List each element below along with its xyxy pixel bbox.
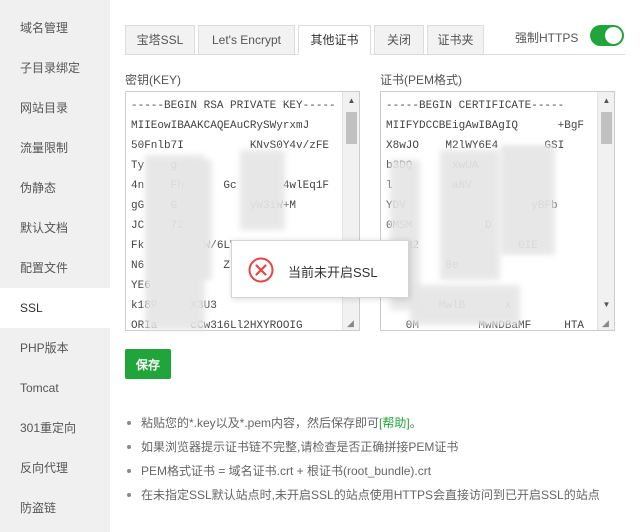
privacy-blur <box>440 150 500 280</box>
textarea-line: -----BEGIN RSA PRIVATE KEY----- <box>131 100 336 112</box>
scroll-up-icon[interactable]: ▲ <box>343 92 359 109</box>
key-label: 密钥(KEY) <box>125 73 182 87</box>
tab-baota-ssl[interactable]: 宝塔SSL <box>125 25 195 55</box>
sidebar-item-domain[interactable]: 域名管理 <box>0 8 110 48</box>
tab-other-cert[interactable]: 其他证书 <box>298 25 371 55</box>
tip-item: 粘贴您的*.key以及*.pem内容，然后保存即可[帮助]。 <box>125 411 635 435</box>
tips-list: 粘贴您的*.key以及*.pem内容，然后保存即可[帮助]。 如果浏览器提示证书… <box>125 411 635 507</box>
sidebar-item-redirect[interactable]: 301重定向 <box>0 408 110 448</box>
tip-text: 如果浏览器提示证书链不完整,请检查是否正确拼接PEM证书 <box>141 440 459 454</box>
tip-suffix: 。 <box>409 416 422 430</box>
tip-item: 在未指定SSL默认站点时,未开启SSL的站点使用HTTPS会直接访问到已开启SS… <box>125 483 635 507</box>
sidebar-item-hotlink[interactable]: 防盗链 <box>0 488 110 528</box>
textarea-line: MIIFYDCCBEigAwIBAgIQ +BgF <box>386 120 585 132</box>
sidebar: 域名管理 子目录绑定 网站目录 流量限制 伪静态 默认文档 配置文件 SSL P… <box>0 0 110 532</box>
tip-text: PEM格式证书 = 域名证书.crt + 根证书(root_bundle).cr… <box>141 464 432 478</box>
error-x-circle-icon <box>248 257 274 283</box>
privacy-blur <box>240 150 285 230</box>
force-https-label: 强制HTTPS <box>515 31 579 45</box>
resize-handle-icon[interactable]: ◢ <box>347 318 357 328</box>
tab-lets-encrypt[interactable]: Let's Encrypt <box>198 25 295 55</box>
tip-text: 粘贴您的*.key以及*.pem内容，然后保存即可 <box>141 416 380 430</box>
bullet-icon <box>127 421 131 425</box>
tab-close[interactable]: 关闭 <box>374 25 424 55</box>
textarea-line: MIIEowIBAAKCAQEAuCRySWyrxmJ <box>131 120 310 132</box>
help-link[interactable]: [帮助] <box>379 416 410 430</box>
sidebar-item-ssl[interactable]: SSL <box>0 288 110 328</box>
textarea-line: -----BEGIN CERTIFICATE----- <box>386 100 565 112</box>
privacy-blur <box>410 285 520 325</box>
bullet-icon <box>127 493 131 497</box>
toggle-knob <box>605 27 622 44</box>
bullet-icon <box>127 445 131 449</box>
save-button[interactable]: 保存 <box>125 349 171 379</box>
tab-cert-folder[interactable]: 证书夹 <box>427 25 484 55</box>
cert-label: 证书(PEM格式) <box>380 73 462 87</box>
cert-scrollbar[interactable]: ▲ ▼ <box>597 92 614 330</box>
sidebar-item-reverse-proxy[interactable]: 反向代理 <box>0 448 110 488</box>
privacy-blur <box>182 160 212 280</box>
message-text: 当前未开启SSL <box>288 265 378 280</box>
sidebar-item-tomcat[interactable]: Tomcat <box>0 368 110 408</box>
ssl-status-message: 当前未开启SSL <box>231 240 409 298</box>
tip-item: PEM格式证书 = 域名证书.crt + 根证书(root_bundle).cr… <box>125 459 635 483</box>
sidebar-item-config[interactable]: 配置文件 <box>0 248 110 288</box>
sidebar-item-site-dir[interactable]: 网站目录 <box>0 88 110 128</box>
tip-text: 在未指定SSL默认站点时,未开启SSL的站点使用HTTPS会直接访问到已开启SS… <box>141 488 600 502</box>
scroll-up-icon[interactable]: ▲ <box>598 92 614 109</box>
tip-item: 如果浏览器提示证书链不完整,请检查是否正确拼接PEM证书 <box>125 435 635 459</box>
sidebar-item-traffic-limit[interactable]: 流量限制 <box>0 128 110 168</box>
resize-handle-icon[interactable]: ◢ <box>602 318 612 328</box>
textarea-line: 50Fnlb7I KNvS0Y4v/zFE <box>131 140 330 152</box>
privacy-blur <box>500 145 555 255</box>
sidebar-item-php-version[interactable]: PHP版本 <box>0 328 110 368</box>
sidebar-item-subdir[interactable]: 子目录绑定 <box>0 48 110 88</box>
scroll-down-icon[interactable]: ▼ <box>598 296 614 313</box>
bullet-icon <box>127 469 131 473</box>
force-https-toggle[interactable] <box>590 25 624 46</box>
sidebar-item-rewrite[interactable]: 伪静态 <box>0 168 110 208</box>
scroll-thumb[interactable] <box>346 112 357 144</box>
sidebar-item-default-doc[interactable]: 默认文档 <box>0 208 110 248</box>
scroll-thumb[interactable] <box>601 112 612 144</box>
